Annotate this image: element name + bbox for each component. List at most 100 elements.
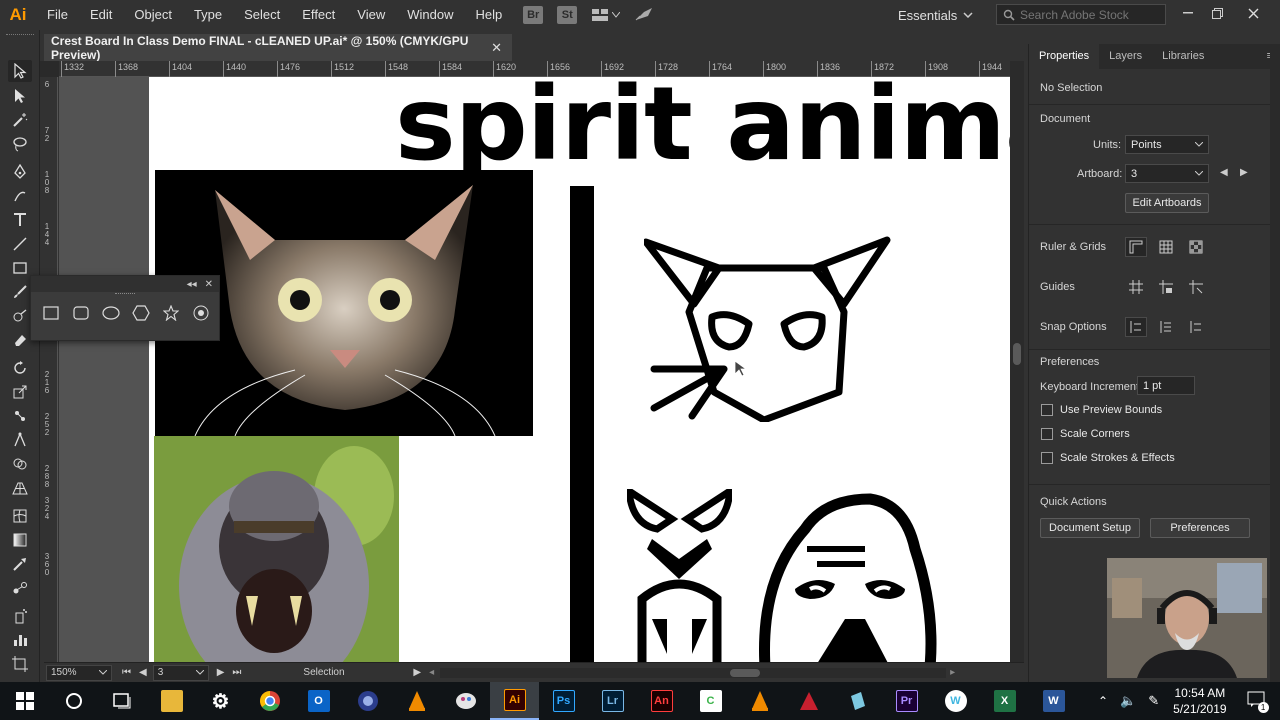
preferences-button[interactable]: Preferences <box>1150 518 1250 538</box>
last-artboard-icon[interactable]: ⏭ <box>232 667 241 678</box>
menu-type[interactable]: Type <box>183 0 233 30</box>
transparency-grid-icon[interactable] <box>1185 237 1207 257</box>
scale-corners-checkbox[interactable] <box>1041 428 1053 440</box>
cortana-search-icon[interactable] <box>49 682 98 720</box>
tab-properties[interactable]: Properties <box>1029 44 1100 69</box>
keyboard-increment-field[interactable]: 1 pt <box>1137 376 1195 395</box>
rectangle-shape-icon[interactable] <box>40 302 62 324</box>
camtasia-icon[interactable]: C <box>686 682 735 720</box>
rounded-rectangle-shape-icon[interactable] <box>70 302 92 324</box>
scale-strokes-row[interactable]: Scale Strokes & Effects <box>1041 452 1175 464</box>
prev-artboard-icon[interactable]: ◀ <box>139 667 147 678</box>
premiere-icon[interactable]: Pr <box>882 682 931 720</box>
menu-object[interactable]: Object <box>123 0 183 30</box>
status-menu-icon[interactable]: ▶ <box>413 667 421 678</box>
start-button[interactable] <box>0 682 49 720</box>
menu-file[interactable]: File <box>36 0 79 30</box>
eraser-tool-icon[interactable] <box>8 329 32 351</box>
document-tab[interactable]: Crest Board In Class Demo FINAL - cLEANE… <box>44 34 512 62</box>
file-explorer-icon[interactable] <box>147 682 196 720</box>
ruler-icon[interactable] <box>1125 237 1147 257</box>
c4d-icon[interactable] <box>343 682 392 720</box>
artwork-title[interactable]: spirit animals <box>395 77 1010 180</box>
divider-bar[interactable] <box>570 186 594 662</box>
pen-workspace-icon[interactable]: ✎ <box>1148 693 1159 709</box>
collapse-icon[interactable]: ◂◂ <box>187 279 197 290</box>
flare-shape-icon[interactable] <box>190 302 212 324</box>
show-guides-icon[interactable] <box>1125 277 1147 297</box>
scrollbar-thumb[interactable] <box>730 668 761 677</box>
tab-libraries[interactable]: Libraries <box>1152 44 1214 69</box>
tab-layers[interactable]: Layers <box>1099 44 1152 69</box>
restore-button[interactable] <box>1202 0 1232 26</box>
stock-search[interactable] <box>996 4 1166 25</box>
units-dropdown[interactable]: Points <box>1125 135 1209 154</box>
search-input[interactable] <box>1020 7 1160 22</box>
zoom-dropdown[interactable]: 150% <box>46 664 112 681</box>
cat-icon-artwork[interactable] <box>644 232 904 422</box>
snap-to-grid-icon[interactable] <box>1155 317 1177 337</box>
magic-wand-tool-icon[interactable] <box>8 109 32 131</box>
scale-corners-row[interactable]: Scale Corners <box>1041 428 1130 440</box>
use-preview-bounds-row[interactable]: Use Preview Bounds <box>1041 404 1162 416</box>
polygon-shape-icon[interactable] <box>130 302 152 324</box>
tray-chevron-icon[interactable]: ⌃ <box>1098 694 1108 708</box>
wolf-icon-artwork[interactable] <box>627 489 732 662</box>
artboard[interactable]: spirit animals <box>149 77 1010 662</box>
excel-icon[interactable]: X <box>980 682 1029 720</box>
flyout-header[interactable]: ◂◂ ✕ <box>31 276 219 292</box>
snap-to-point-icon[interactable] <box>1125 317 1147 337</box>
close-window-button[interactable] <box>1238 0 1268 26</box>
settings-icon[interactable]: ⚙ <box>196 682 245 720</box>
scrollbar-thumb[interactable] <box>1013 343 1021 365</box>
selection-tool-icon[interactable] <box>8 60 32 82</box>
outlook-icon[interactable]: O <box>294 682 343 720</box>
shape-builder-tool-icon[interactable] <box>8 453 32 475</box>
artboard-nav-field[interactable]: 3 <box>152 664 209 681</box>
lasso-tool-icon[interactable] <box>8 133 32 155</box>
menu-effect[interactable]: Effect <box>291 0 346 30</box>
prev-artboard-icon[interactable]: ◀ <box>1220 167 1228 178</box>
line-segment-tool-icon[interactable] <box>8 233 32 255</box>
gradient-tool-icon[interactable] <box>8 529 32 551</box>
vertical-ruler[interactable]: 6 7 2 1 0 8 1 4 4 1 8 0 2 1 6 2 5 2 2 8 … <box>40 77 58 662</box>
gorilla-icon-artwork[interactable] <box>755 489 940 662</box>
blend-tool-icon[interactable] <box>8 577 32 599</box>
perspective-grid-tool-icon[interactable] <box>8 477 32 499</box>
vlc-icon[interactable] <box>392 682 441 720</box>
panel-scrollbar[interactable] <box>1270 44 1280 682</box>
lock-guides-icon[interactable] <box>1155 277 1177 297</box>
next-artboard-icon[interactable]: ▶ <box>1240 167 1248 178</box>
sketchup-icon[interactable] <box>833 682 882 720</box>
next-artboard-icon[interactable]: ▶ <box>217 667 225 678</box>
pen-tool-icon[interactable] <box>8 161 32 183</box>
curvature-tool-icon[interactable] <box>8 185 32 207</box>
menu-select[interactable]: Select <box>233 0 291 30</box>
free-transform-tool-icon[interactable] <box>8 429 32 451</box>
animate-icon[interactable]: An <box>637 682 686 720</box>
puppet-warp-tool-icon[interactable] <box>8 405 32 427</box>
ruler-origin[interactable] <box>40 61 59 77</box>
grid-icon[interactable] <box>1155 237 1177 257</box>
canvas[interactable]: spirit animals <box>59 77 1010 662</box>
bridge-button[interactable]: Br <box>523 6 544 24</box>
volume-icon[interactable]: 🔈 <box>1120 693 1136 709</box>
shape-tools-flyout[interactable]: ◂◂ ✕ <box>30 275 220 341</box>
ellipse-shape-icon[interactable] <box>100 302 122 324</box>
type-tool-icon[interactable] <box>8 209 32 231</box>
direct-selection-tool-icon[interactable] <box>8 85 32 107</box>
menu-window[interactable]: Window <box>396 0 464 30</box>
first-artboard-icon[interactable]: ⏮ <box>122 667 131 678</box>
horizontal-scrollbar[interactable] <box>440 667 947 678</box>
paint-app-icon[interactable] <box>441 682 490 720</box>
hscroll-left-icon[interactable]: ◂ <box>429 667 434 678</box>
star-shape-icon[interactable] <box>160 302 182 324</box>
stock-button[interactable]: St <box>557 6 578 24</box>
webex-icon[interactable]: W <box>931 682 980 720</box>
mesh-tool-icon[interactable] <box>8 505 32 527</box>
vertical-scrollbar[interactable] <box>1010 61 1024 662</box>
vlc-icon-2[interactable] <box>735 682 784 720</box>
symbol-sprayer-tool-icon[interactable] <box>8 605 32 627</box>
gpu-performance-icon[interactable] <box>634 6 654 25</box>
menu-edit[interactable]: Edit <box>79 0 123 30</box>
